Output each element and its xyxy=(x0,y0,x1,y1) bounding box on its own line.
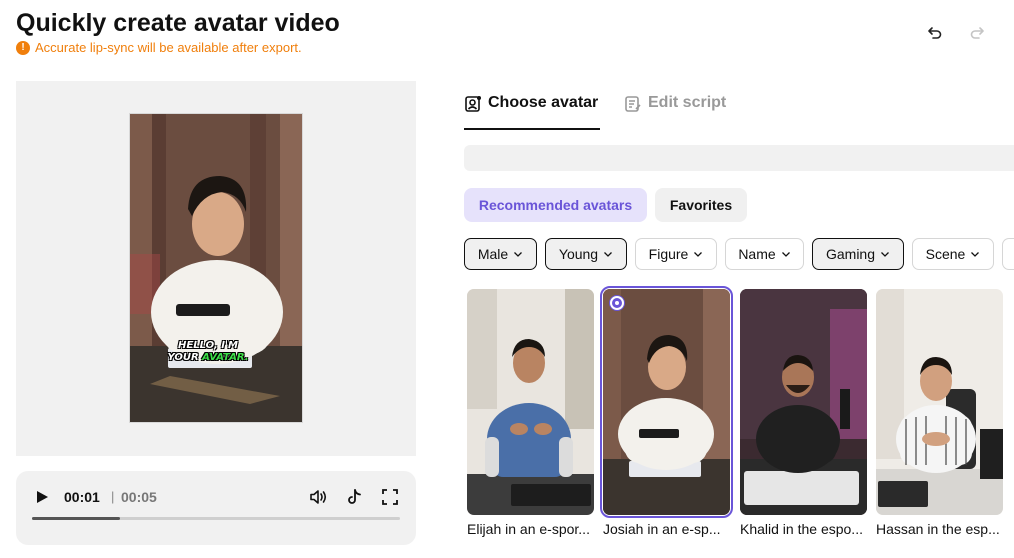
chevron-down-icon xyxy=(514,252,523,257)
video-caption: HELLO, I'M YOUR AVATAR. xyxy=(167,340,249,363)
chevron-down-icon xyxy=(694,252,703,257)
avatar-search-bar[interactable] xyxy=(464,145,1014,171)
avatar-thumbnail xyxy=(876,289,1003,515)
filter-young-label: Young xyxy=(558,246,599,262)
avatar-label-elijah[interactable]: Elijah in an e-spor... xyxy=(467,521,597,537)
filter-young[interactable]: Young xyxy=(545,238,627,270)
video-preview-area: HELLO, I'M YOUR AVATAR. xyxy=(16,81,416,456)
favorites-button[interactable]: Favorites xyxy=(655,188,747,222)
filter-gaming-label: Gaming xyxy=(825,246,876,262)
notice-text: Accurate lip-sync will be available afte… xyxy=(35,40,302,55)
warning-icon: ! xyxy=(16,40,30,55)
avatar-label-hassan[interactable]: Hassan in the esp... xyxy=(876,521,1006,537)
avatar-thumbnail xyxy=(603,289,730,515)
fullscreen-icon[interactable] xyxy=(380,487,400,507)
avatar-thumbnail xyxy=(467,289,594,515)
progress-fill xyxy=(32,517,121,520)
chevron-down-icon xyxy=(971,252,980,257)
progress-track[interactable] xyxy=(32,517,400,520)
filter-male[interactable]: Male xyxy=(464,238,537,270)
avatar-card-khalid[interactable] xyxy=(740,289,867,515)
avatar-label-khalid[interactable]: Khalid in the espo... xyxy=(740,521,870,537)
selected-radio-icon xyxy=(610,296,624,310)
filter-scene-label: Scene xyxy=(925,246,966,262)
filter-name-label: Name xyxy=(738,246,776,262)
redo-icon[interactable] xyxy=(968,24,986,42)
avatar-video-frame[interactable]: HELLO, I'M YOUR AVATAR. xyxy=(129,113,303,423)
script-icon xyxy=(625,96,641,112)
play-icon[interactable] xyxy=(34,489,50,505)
filter-male-label: Male xyxy=(477,246,509,262)
filter-more[interactable] xyxy=(1002,238,1014,270)
filter-figure-label: Figure xyxy=(648,246,689,262)
filter-scene[interactable]: Scene xyxy=(912,238,994,270)
avatar-card-josiah[interactable] xyxy=(600,286,733,518)
avatar-thumbnail xyxy=(740,289,867,515)
avatar-label-josiah[interactable]: Josiah in an e-sp... xyxy=(603,521,733,537)
total-time: 00:05 xyxy=(121,489,157,505)
avatar-card-hassan[interactable] xyxy=(876,289,1003,515)
current-time: 00:01 xyxy=(64,489,100,505)
chevron-down-icon xyxy=(881,252,889,257)
volume-icon[interactable] xyxy=(308,487,328,507)
tab-edit-script-label: Edit script xyxy=(648,94,727,111)
tab-edit-script[interactable]: Edit script xyxy=(624,94,734,130)
recommended-avatars-button[interactable]: Recommended avatars xyxy=(464,188,647,222)
avatar-card-elijah[interactable] xyxy=(467,289,594,515)
lip-sync-notice: ! Accurate lip-sync will be available af… xyxy=(16,40,302,55)
chevron-down-icon xyxy=(604,252,613,257)
tab-choose-avatar[interactable]: Choose avatar xyxy=(464,94,600,130)
avatar-video-page: Quickly create avatar video ! Accurate l… xyxy=(0,0,1014,558)
tiktok-icon[interactable] xyxy=(344,487,364,507)
time-separator: | xyxy=(111,489,115,504)
filter-gaming[interactable]: Gaming xyxy=(812,238,904,270)
chevron-down-icon xyxy=(781,252,790,257)
undo-icon[interactable] xyxy=(926,24,944,42)
video-player-controls: 00:01 | 00:05 xyxy=(16,471,416,545)
filter-name[interactable]: Name xyxy=(725,238,804,270)
page-title: Quickly create avatar video xyxy=(16,9,340,37)
filter-figure[interactable]: Figure xyxy=(635,238,717,270)
avatar-video-image xyxy=(130,114,302,422)
avatar-icon xyxy=(465,96,481,112)
tab-choose-avatar-label: Choose avatar xyxy=(488,94,599,111)
